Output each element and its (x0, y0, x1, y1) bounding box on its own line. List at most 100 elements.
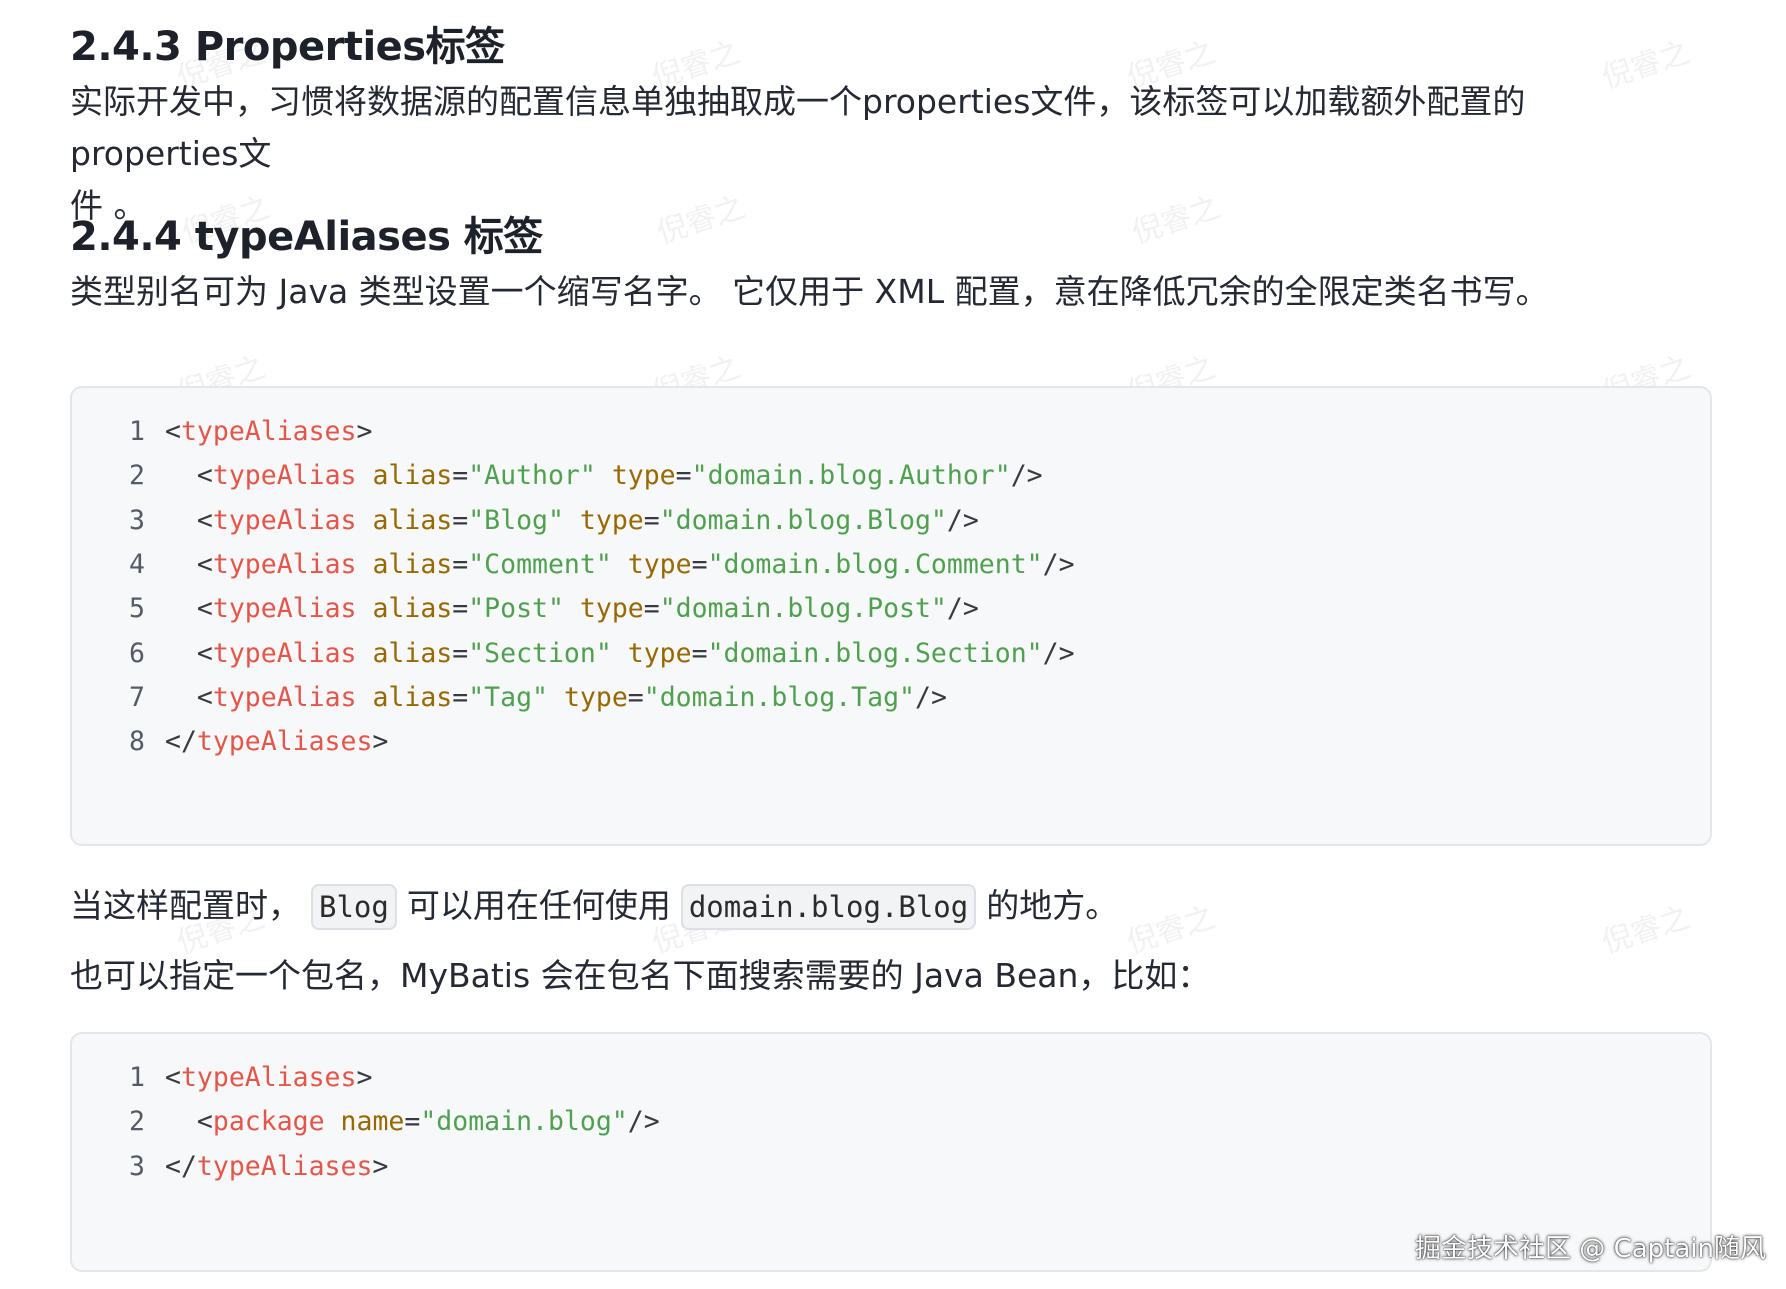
code-attr-name: type (579, 504, 644, 536)
code-attr-name: alias (372, 593, 453, 625)
paragraph-typealiases-desc: 类型别名可为 Java 类型设置一个缩写名字。 它仅用于 XML 配置，意在降低… (70, 272, 1549, 311)
code-tag-name: typeAlias (212, 593, 357, 625)
code-bracket: < (196, 1106, 213, 1138)
code-attr-value: "domain.blog.Post" (659, 593, 947, 625)
code-attr-value: "Blog" (468, 504, 564, 536)
code-attr-name: name (340, 1106, 405, 1138)
code-bracket: > (372, 1150, 389, 1182)
code-line: 2 <package name="domain.blog"/> (72, 1100, 660, 1144)
code-bracket: > (372, 726, 389, 758)
code-bracket: /> (946, 593, 979, 625)
code-bracket: < (196, 460, 213, 492)
code-tag-name: typeAliases (180, 1062, 357, 1093)
code-line: 1 <typeAliases> (72, 410, 372, 454)
code-equals: = (691, 548, 708, 580)
code-tag-name: typeAliases (196, 726, 373, 758)
code-bracket: < (196, 637, 213, 669)
code-equals: = (643, 593, 660, 625)
code-bracket: < (165, 1062, 181, 1093)
code-tag-name: typeAlias (212, 504, 357, 536)
code-line: 4 <typeAlias alias="Comment" type="domai… (72, 543, 1075, 587)
code-bracket: /> (1010, 460, 1043, 492)
code-equals: = (452, 681, 469, 713)
code-bracket: </ (165, 726, 197, 758)
code-bracket: /> (1042, 637, 1075, 669)
inline-code-domain-blog-blog: domain.blog.Blog (680, 884, 977, 930)
line-number: 3 (129, 504, 145, 536)
line-number: 1 (129, 416, 145, 447)
code-attr-name: type (579, 593, 644, 625)
code-attr-name: type (627, 637, 692, 669)
code-equals: = (452, 637, 469, 669)
heading-typealiases-tag: 2.4.4 typeAliases 标签 (70, 214, 543, 260)
code-bracket: < (196, 548, 213, 580)
line-number: 3 (129, 1150, 145, 1182)
code-attr-value: "Post" (468, 593, 564, 625)
code-equals: = (452, 504, 469, 536)
code-attr-value: "Comment" (468, 548, 612, 580)
code-bracket: < (196, 504, 213, 536)
code-bracket: /> (946, 504, 979, 536)
code-line: 2 <typeAlias alias="Author" type="domain… (72, 454, 1043, 498)
inline-code-blog: Blog (311, 884, 397, 930)
article-page: 倪睿之 倪睿之 倪睿之 倪睿之 倪睿之 倪睿之 倪睿之 倪睿之 倪睿之 倪睿之 倪睿之 倪睿之 倪睿之倪… (0, 0, 1786, 1289)
code-attr-name: type (627, 548, 692, 580)
code-tag-name: typeAlias (212, 460, 357, 492)
code-attr-name: alias (372, 548, 453, 580)
code-attr-value: "domain.blog.Author" (691, 460, 1011, 492)
code-line: 3 <typeAlias alias="Blog" type="domain.b… (72, 499, 979, 543)
code-bracket: < (196, 593, 213, 625)
line-number: 2 (129, 460, 145, 492)
code-attr-value: "domain.blog.Comment" (707, 548, 1043, 580)
code-equals: = (643, 504, 660, 536)
line-number: 5 (129, 593, 145, 625)
code-line: 7 <typeAlias alias="Tag" type="domain.bl… (72, 676, 947, 720)
code-tag-name: typeAlias (212, 681, 357, 713)
code-attr-value: "Tag" (468, 681, 548, 713)
line-number: 1 (129, 1062, 145, 1093)
code-attr-value: "domain.blog" (420, 1106, 628, 1138)
code-equals: = (452, 593, 469, 625)
code-line: 6 <typeAlias alias="Section" type="domai… (72, 632, 1075, 676)
code-tag-name: package (212, 1106, 325, 1138)
code-tag-name: typeAlias (212, 548, 357, 580)
paragraph-usage-note: 当这样配置时， Blog 可以用在任何使用 domain.blog.Blog 的地方。 (70, 880, 1690, 933)
code-bracket: /> (914, 681, 947, 713)
line-number: 2 (129, 1106, 145, 1138)
code-attr-name: type (563, 681, 628, 713)
code-attr-name: alias (372, 504, 453, 536)
usage-text-after: 的地方。 (986, 886, 1119, 925)
code-bracket: < (165, 416, 181, 447)
code-bracket: < (196, 681, 213, 713)
paragraph-properties-line1: 实际开发中，习惯将数据源的配置信息单独抽取成一个properties文件，该标签… (70, 82, 1526, 173)
footer-credit: 掘金技术社区 @ Captain随风 (1415, 1234, 1766, 1264)
code-bracket: </ (165, 1150, 197, 1182)
code-bracket: /> (627, 1106, 660, 1138)
code-tag-name: typeAliases (180, 416, 357, 447)
code-attr-value: "Section" (468, 637, 612, 669)
code-line: 8 </typeAliases> (72, 720, 388, 764)
code-equals: = (675, 460, 692, 492)
code-bracket: /> (1042, 548, 1075, 580)
code-equals: = (691, 637, 708, 669)
code-attr-name: alias (372, 460, 453, 492)
code-bracket: > (356, 1062, 373, 1093)
code-line: 1 <typeAliases> (72, 1056, 372, 1100)
usage-text-before: 当这样配置时， (70, 886, 301, 925)
